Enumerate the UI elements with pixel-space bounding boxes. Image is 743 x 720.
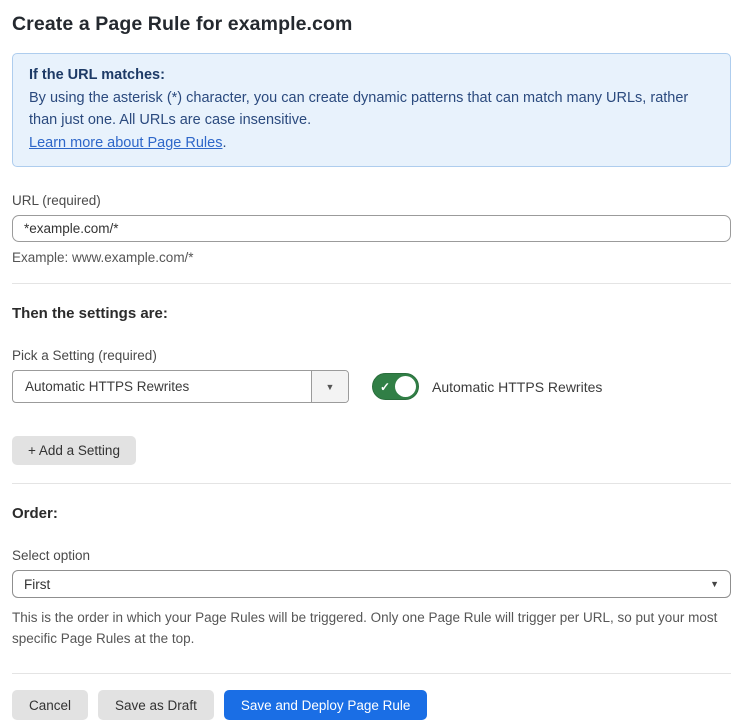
divider bbox=[12, 483, 731, 484]
order-select[interactable]: First ▼ bbox=[12, 570, 731, 598]
add-setting-button[interactable]: + Add a Setting bbox=[12, 436, 136, 465]
order-section-heading: Order: bbox=[12, 505, 58, 522]
automatic-https-rewrites-toggle[interactable]: ✓ bbox=[372, 373, 419, 400]
toggle-label: Automatic HTTPS Rewrites bbox=[432, 378, 603, 395]
order-select-label: Select option bbox=[12, 548, 91, 563]
chevron-down-icon: ▼ bbox=[325, 381, 335, 392]
url-input[interactable] bbox=[12, 215, 731, 242]
url-matches-info-box: If the URL matches: By using the asteris… bbox=[12, 53, 731, 167]
url-example-hint: Example: www.example.com/* bbox=[12, 250, 194, 265]
cancel-button[interactable]: Cancel bbox=[12, 690, 89, 720]
footer-actions: Cancel Save as Draft Save and Deploy Pag… bbox=[12, 690, 731, 720]
info-box-body: By using the asterisk (*) character, you… bbox=[29, 89, 689, 129]
setting-dropdown-value: Automatic HTTPS Rewrites bbox=[25, 379, 190, 394]
info-box-link-line: Learn more about Page Rules. bbox=[29, 132, 714, 155]
chevron-down-icon: ▼ bbox=[710, 579, 719, 589]
learn-more-link[interactable]: Learn more about Page Rules bbox=[29, 135, 222, 151]
settings-section-heading: Then the settings are: bbox=[12, 305, 168, 322]
setting-row: Automatic HTTPS Rewrites ▼ ✓ Automatic H… bbox=[12, 370, 731, 403]
check-icon: ✓ bbox=[380, 379, 391, 394]
info-box-heading: If the URL matches: bbox=[29, 67, 165, 83]
url-field-label: URL (required) bbox=[12, 193, 101, 208]
order-help-text: This is the order in which your Page Rul… bbox=[12, 610, 718, 646]
page-title: Create a Page Rule for example.com bbox=[12, 13, 353, 35]
link-suffix: . bbox=[222, 134, 227, 151]
save-and-deploy-button[interactable]: Save and Deploy Page Rule bbox=[223, 690, 428, 720]
create-page-rule-panel: Create a Page Rule for example.com If th… bbox=[0, 0, 743, 720]
pick-setting-label: Pick a Setting (required) bbox=[12, 348, 157, 363]
setting-dropdown-caret-button[interactable]: ▼ bbox=[311, 371, 348, 402]
divider bbox=[12, 673, 731, 674]
divider bbox=[12, 283, 731, 284]
setting-dropdown[interactable]: Automatic HTTPS Rewrites ▼ bbox=[12, 370, 349, 403]
order-select-value: First bbox=[24, 576, 51, 592]
toggle-knob bbox=[395, 376, 416, 397]
save-as-draft-button[interactable]: Save as Draft bbox=[98, 690, 214, 720]
